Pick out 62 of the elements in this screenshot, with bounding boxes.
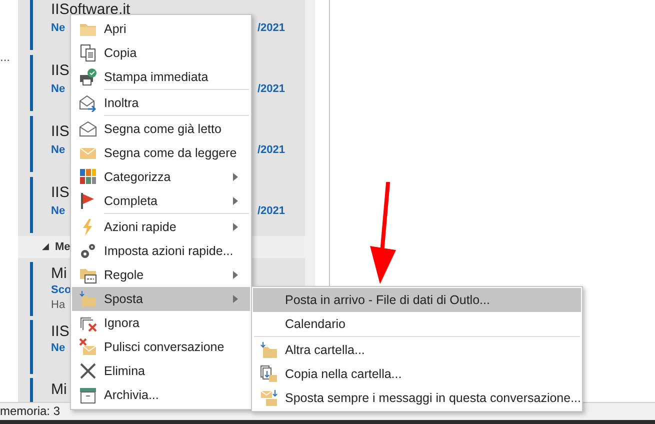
unread-bar: [30, 177, 33, 233]
unread-bar: [30, 0, 33, 50]
submenu-item[interactable]: Copia nella cartella...: [253, 362, 581, 386]
printer-icon: [79, 68, 97, 86]
sender-name[interactable]: IIS: [51, 322, 70, 341]
sender-name[interactable]: Mi: [51, 380, 67, 399]
menu-item[interactable]: Imposta azioni rapide...: [72, 239, 250, 263]
subject-text: Ne: [51, 82, 66, 97]
menu-item[interactable]: Categorizza: [72, 165, 250, 189]
unread-bar: [30, 55, 33, 111]
menu-item[interactable]: Inoltra: [72, 89, 250, 115]
menu-item[interactable]: Pulisci conversazione: [72, 335, 250, 359]
subject-text: Sco: [51, 283, 72, 298]
submenu-item[interactable]: Altra cartella...: [253, 336, 581, 362]
open-envelope-icon: [79, 120, 97, 138]
clean-up-icon: [79, 338, 97, 356]
sender-name[interactable]: IIS: [51, 122, 70, 142]
menu-item[interactable]: Azioni rapide: [72, 213, 250, 239]
menu-item[interactable]: Segna come già letto: [72, 115, 250, 141]
sender-name[interactable]: Mi: [51, 264, 67, 283]
close-icon: [79, 362, 97, 380]
menu-item[interactable]: Ignora: [72, 311, 250, 335]
unread-bar: [30, 262, 33, 316]
category-grid-icon: [79, 168, 97, 186]
subject-text: Ne: [51, 341, 66, 356]
gears-icon: [79, 242, 97, 260]
submenu-item[interactable]: Calendario: [253, 312, 581, 336]
unread-bar: [30, 320, 33, 374]
copy-icon: [79, 44, 97, 62]
menu-item[interactable]: Stampa immediata: [72, 65, 250, 89]
menu-item[interactable]: Elimina: [72, 359, 250, 383]
sender-name[interactable]: IIS: [51, 183, 70, 203]
folder-move-icon: [79, 290, 97, 308]
archive-box-icon: [79, 386, 97, 404]
envelope-folder-icon: [260, 389, 278, 407]
menu-item[interactable]: Sposta: [72, 287, 250, 311]
preview-text: Ha: [51, 298, 66, 313]
submenu-item[interactable]: Sposta sempre i messaggi in questa conversazione...: [253, 386, 581, 410]
collapse-icon: ◢: [42, 240, 49, 254]
subject-text: Ne: [51, 21, 66, 36]
sender-name[interactable]: IIS: [51, 61, 70, 81]
subject-text: Ne: [51, 143, 66, 158]
subject-text: Ne: [51, 204, 66, 219]
menu-item[interactable]: Completa: [72, 189, 250, 213]
status-text: memoria: 3: [0, 404, 60, 418]
unread-bar: [30, 116, 33, 172]
menu-item[interactable]: Apri: [72, 17, 250, 41]
folder-move-icon: [260, 341, 278, 359]
folder-rules-icon: [79, 266, 97, 284]
copy-folder-icon: [260, 365, 278, 383]
envelope-arrow-icon: [79, 94, 97, 112]
menu-item[interactable]: Copia: [72, 41, 250, 65]
date-text: /2021: [257, 21, 285, 36]
date-text: /2021: [257, 143, 285, 158]
ellipsis-text: ...: [0, 50, 10, 64]
submenu-item[interactable]: Posta in arrivo - File di dati di Outlo...: [253, 288, 581, 312]
menu-item[interactable]: Archivia...: [72, 383, 250, 407]
date-text: /2021: [257, 204, 285, 219]
group-label: Me: [55, 240, 70, 255]
menu-item[interactable]: Segna come da leggere: [72, 141, 250, 165]
date-text: /2021: [257, 82, 285, 97]
menu-item[interactable]: Regole: [72, 263, 250, 287]
